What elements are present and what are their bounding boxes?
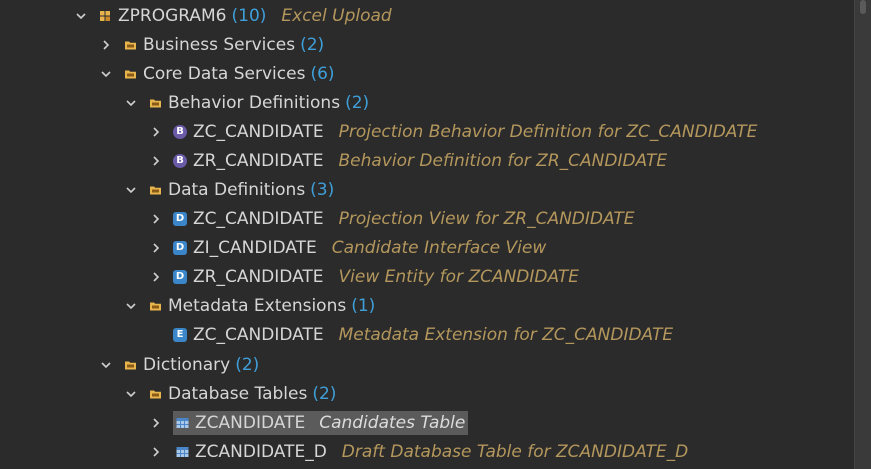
tree-row-behavior-definition[interactable]: B ZC_CANDIDATE Projection Behavior Defin… <box>149 119 757 145</box>
tree-row-database-table[interactable]: ZCANDIDATE_D Draft Database Table for ZC… <box>149 439 688 465</box>
tree-item-count: (2) <box>345 93 370 113</box>
tree-item-count: (3) <box>310 180 335 200</box>
tree-item-name: ZPROGRAM6 <box>118 6 227 26</box>
metadata-extension-icon: E <box>173 328 187 342</box>
tree-item-description: Projection Behavior Definition for ZC_CA… <box>338 122 758 142</box>
tree-item-name: Data Definitions <box>168 180 306 200</box>
chevron-right-icon[interactable] <box>99 38 113 52</box>
chevron-right-icon[interactable] <box>149 241 163 255</box>
tree-item-name: Dictionary <box>143 355 231 375</box>
tree-row-data-definition[interactable]: D ZI_CANDIDATE Candidate Interface View <box>149 235 546 261</box>
folder-icon <box>148 299 162 313</box>
folder-icon <box>148 183 162 197</box>
tree-row-folder-metadata-extensions[interactable]: Metadata Extensions (1) <box>124 293 375 319</box>
tree-item-name: Metadata Extensions <box>168 296 347 316</box>
tree-item-name: ZCANDIDATE <box>195 413 306 433</box>
tree-item-count: (10) <box>231 6 267 26</box>
data-definition-icon: D <box>173 241 187 255</box>
chevron-down-icon[interactable] <box>124 96 138 110</box>
tree-row-behavior-definition[interactable]: B ZR_CANDIDATE Behavior Definition for Z… <box>149 148 667 174</box>
scrollbar-thumb[interactable] <box>860 0 866 14</box>
tree-row-folder-dictionary[interactable]: Dictionary (2) <box>99 352 259 378</box>
tree-item-count: (2) <box>235 355 260 375</box>
tree-item-count: (1) <box>351 296 376 316</box>
package-icon <box>98 9 112 23</box>
tree-item-name: Business Services <box>143 35 296 55</box>
project-explorer-tree: ZPROGRAM6 (10) Excel Upload Business Ser… <box>0 0 871 469</box>
tree-row-folder-core-data-services[interactable]: Core Data Services (6) <box>99 61 335 87</box>
tree-item-count: (2) <box>300 35 325 55</box>
tree-item-description: Behavior Definition for ZR_CANDIDATE <box>338 151 668 171</box>
tree-item-description: Draft Database Table for ZCANDIDATE_D <box>341 442 689 462</box>
tree-item-name: ZC_CANDIDATE <box>193 122 324 142</box>
chevron-right-icon[interactable] <box>149 445 163 459</box>
tree-row-folder-data-definitions[interactable]: Data Definitions (3) <box>124 177 334 203</box>
database-table-icon <box>175 445 189 459</box>
chevron-right-icon[interactable] <box>149 270 163 284</box>
tree-item-name: Database Tables <box>168 384 308 404</box>
folder-icon <box>123 38 137 52</box>
database-table-icon <box>175 416 189 430</box>
folder-icon <box>123 358 137 372</box>
tree-item-name: ZC_CANDIDATE <box>193 325 324 345</box>
tree-item-name: ZC_CANDIDATE <box>193 209 324 229</box>
behavior-definition-icon: B <box>173 125 187 139</box>
data-definition-icon: D <box>173 270 187 284</box>
tree-row-metadata-extension[interactable]: E ZC_CANDIDATE Metadata Extension for ZC… <box>149 322 673 348</box>
chevron-down-icon[interactable] <box>99 358 113 372</box>
vertical-scrollbar[interactable] <box>854 0 871 469</box>
folder-icon <box>148 96 162 110</box>
behavior-definition-icon: B <box>173 154 187 168</box>
tree-item-name: Behavior Definitions <box>168 93 341 113</box>
chevron-right-icon[interactable] <box>149 416 163 430</box>
chevron-down-icon[interactable] <box>74 9 88 23</box>
tree-row-folder-business-services[interactable]: Business Services (2) <box>99 32 324 58</box>
tree-item-name: ZR_CANDIDATE <box>193 267 324 287</box>
selection-highlight[interactable]: ZCANDIDATE Candidates Table <box>173 411 469 435</box>
tree-item-count: (6) <box>310 64 335 84</box>
tree-item-name: ZCANDIDATE_D <box>195 442 327 462</box>
tree-row-database-table-selected[interactable]: ZCANDIDATE Candidates Table <box>149 410 469 436</box>
chevron-down-icon[interactable] <box>124 387 138 401</box>
tree-row-package[interactable]: ZPROGRAM6 (10) Excel Upload <box>74 3 392 29</box>
tree-row-data-definition[interactable]: D ZC_CANDIDATE Projection View for ZR_CA… <box>149 206 635 232</box>
tree-item-description: Candidates Table <box>319 413 466 433</box>
tree-item-description: Metadata Extension for ZC_CANDIDATE <box>338 325 674 345</box>
data-definition-icon: D <box>173 212 187 226</box>
tree-item-name: ZI_CANDIDATE <box>193 238 317 258</box>
chevron-right-icon[interactable] <box>149 125 163 139</box>
tree-item-description: Candidate Interface View <box>331 238 547 258</box>
tree-item-count: (2) <box>312 384 337 404</box>
folder-icon <box>148 387 162 401</box>
tree-item-description: View Entity for ZCANDIDATE <box>338 267 580 287</box>
chevron-down-icon[interactable] <box>99 67 113 81</box>
tree-row-folder-behavior-definitions[interactable]: Behavior Definitions (2) <box>124 90 369 116</box>
chevron-right-icon[interactable] <box>149 212 163 226</box>
tree-item-description: Excel Upload <box>281 6 392 26</box>
tree-item-name: ZR_CANDIDATE <box>193 151 324 171</box>
chevron-right-icon[interactable] <box>149 154 163 168</box>
folder-icon <box>123 67 137 81</box>
tree-row-data-definition[interactable]: D ZR_CANDIDATE View Entity for ZCANDIDAT… <box>149 264 579 290</box>
tree-row-folder-database-tables[interactable]: Database Tables (2) <box>124 381 336 407</box>
chevron-down-icon[interactable] <box>124 299 138 313</box>
tree-item-name: Core Data Services <box>143 64 306 84</box>
chevron-down-icon[interactable] <box>124 183 138 197</box>
tree-item-description: Projection View for ZR_CANDIDATE <box>338 209 635 229</box>
